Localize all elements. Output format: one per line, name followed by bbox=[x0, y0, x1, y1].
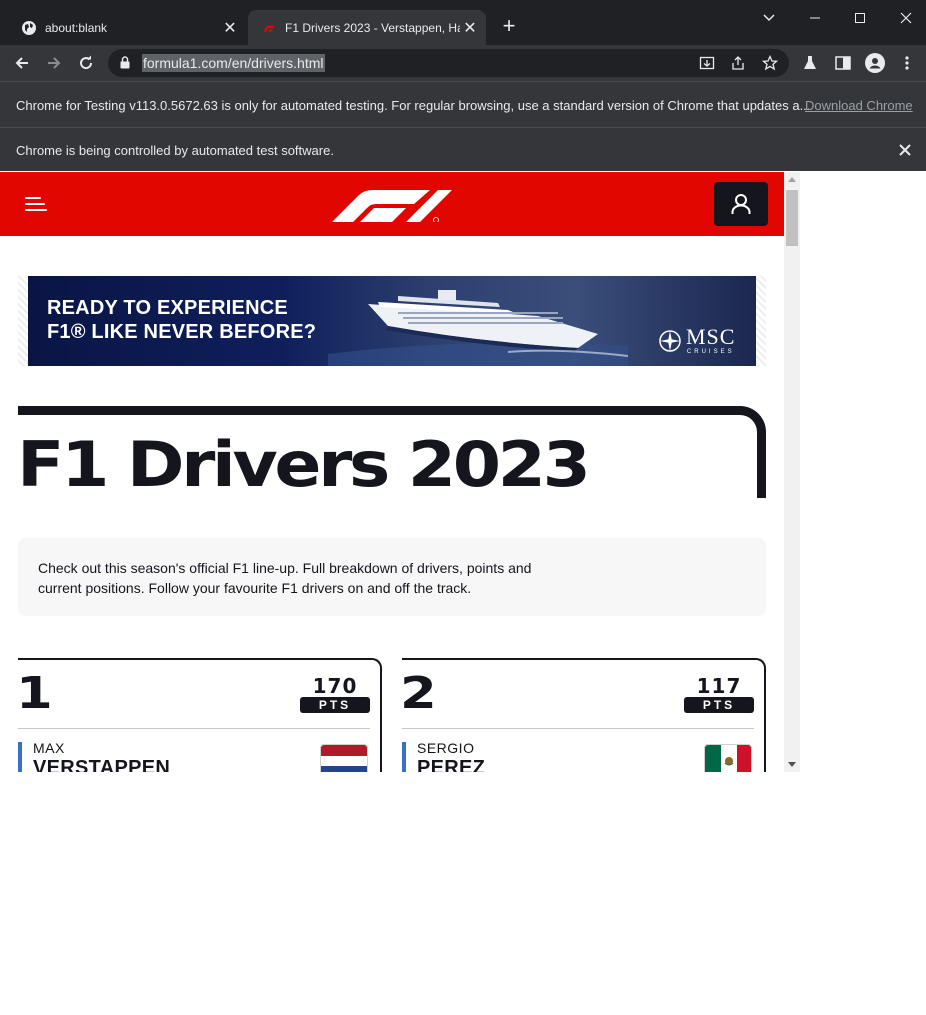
driver-points: 170 PTS bbox=[300, 676, 370, 713]
infobar-close-icon[interactable] bbox=[896, 141, 914, 159]
scroll-up-arrow-icon[interactable] bbox=[788, 177, 796, 182]
card-divider bbox=[402, 728, 754, 729]
tab-about-blank[interactable]: about:blank ✕ bbox=[8, 10, 246, 45]
testing-message: Chrome for Testing v113.0.5672.63 is onl… bbox=[16, 98, 811, 113]
tab-search-icon[interactable] bbox=[754, 6, 784, 30]
f1-header bbox=[0, 172, 784, 236]
ad-headline: READY TO EXPERIENCE F1® LIKE NEVER BEFOR… bbox=[47, 297, 317, 343]
driver-points: 117 PTS bbox=[684, 676, 754, 713]
lock-icon[interactable] bbox=[120, 56, 130, 74]
driver-last-name: VERSTAPPEN bbox=[33, 757, 171, 772]
driver-last-name: PEREZ bbox=[417, 757, 486, 772]
points-label: PTS bbox=[300, 697, 370, 713]
card-divider bbox=[18, 728, 370, 729]
f1-logo[interactable] bbox=[332, 190, 454, 227]
driver-card[interactable]: 2 117 PTS SERGIO PEREZ bbox=[400, 658, 766, 772]
driver-rank: 2 bbox=[400, 668, 437, 719]
minimize-icon[interactable] bbox=[800, 6, 830, 30]
chrome-menu-icon[interactable] bbox=[896, 52, 918, 74]
browser-titlebar: about:blank ✕ F1 Drivers 2023 - Verstapp… bbox=[0, 0, 926, 45]
scrollbar-thumb[interactable] bbox=[786, 190, 798, 246]
team-color-bar bbox=[402, 742, 406, 772]
testing-infobar: Chrome for Testing v113.0.5672.63 is onl… bbox=[0, 81, 926, 127]
close-tab-icon[interactable]: ✕ bbox=[220, 18, 240, 38]
msc-ad-banner[interactable]: READY TO EXPERIENCE F1® LIKE NEVER BEFOR… bbox=[28, 276, 756, 366]
page-title: F1 Drivers 2023 bbox=[17, 428, 591, 501]
automation-infobar: Chrome is being controlled by automated … bbox=[0, 127, 926, 171]
hamburger-menu-icon[interactable] bbox=[25, 197, 47, 213]
window-close-icon[interactable] bbox=[891, 6, 921, 30]
points-value: 170 bbox=[312, 674, 358, 698]
globe-icon bbox=[21, 20, 37, 36]
ad-container: READY TO EXPERIENCE F1® LIKE NEVER BEFOR… bbox=[18, 276, 766, 366]
f1-favicon-icon bbox=[261, 20, 277, 36]
intro-box: Check out this season's official F1 line… bbox=[18, 538, 766, 616]
url-text[interactable]: formula1.com/en/drivers.html bbox=[142, 54, 325, 72]
install-app-icon[interactable] bbox=[697, 54, 717, 72]
side-panel-icon[interactable] bbox=[832, 52, 854, 74]
user-account-button[interactable] bbox=[714, 182, 768, 226]
reload-icon[interactable] bbox=[74, 51, 98, 75]
back-icon[interactable] bbox=[10, 51, 34, 75]
driver-rank: 1 bbox=[16, 668, 53, 719]
scroll-down-arrow-icon[interactable] bbox=[788, 762, 796, 767]
tab-title: F1 Drivers 2023 - Verstappen, Ha bbox=[285, 20, 460, 35]
user-icon bbox=[731, 194, 751, 214]
bookmark-star-icon[interactable] bbox=[760, 54, 780, 72]
lab-flask-icon[interactable] bbox=[799, 52, 821, 74]
tab-f1-drivers[interactable]: F1 Drivers 2023 - Verstappen, Ha ✕ bbox=[248, 10, 486, 45]
msc-logo: MSC CRUISES bbox=[658, 326, 735, 355]
msc-compass-icon bbox=[659, 329, 681, 352]
maximize-icon[interactable] bbox=[845, 6, 875, 30]
team-color-bar bbox=[18, 742, 22, 772]
download-chrome-link[interactable]: Download Chrome bbox=[805, 98, 913, 113]
page-scrollbar[interactable] bbox=[784, 172, 800, 772]
intro-text: Check out this season's official F1 line… bbox=[38, 560, 532, 596]
automation-message: Chrome is being controlled by automated … bbox=[16, 143, 334, 158]
driver-first-name: SERGIO bbox=[417, 740, 475, 756]
browser-toolbar: formula1.com/en/drivers.html bbox=[0, 45, 926, 81]
share-icon[interactable] bbox=[728, 54, 748, 72]
forward-icon[interactable] bbox=[42, 51, 66, 75]
tab-title: about:blank bbox=[45, 20, 108, 35]
address-bar[interactable]: formula1.com/en/drivers.html bbox=[108, 49, 789, 77]
points-value: 117 bbox=[696, 674, 742, 698]
points-label: PTS bbox=[684, 697, 754, 713]
close-tab-icon[interactable]: ✕ bbox=[460, 18, 480, 38]
profile-icon[interactable] bbox=[864, 52, 886, 74]
netherlands-flag-icon bbox=[320, 744, 368, 772]
driver-first-name: MAX bbox=[33, 740, 65, 756]
page-viewport: READY TO EXPERIENCE F1® LIKE NEVER BEFOR… bbox=[0, 172, 784, 772]
mexico-flag-icon bbox=[704, 744, 752, 772]
cruise-ship-image bbox=[328, 290, 628, 366]
driver-card[interactable]: 1 170 PTS MAX VERSTAPPEN bbox=[16, 658, 382, 772]
new-tab-button[interactable]: + bbox=[498, 15, 520, 38]
